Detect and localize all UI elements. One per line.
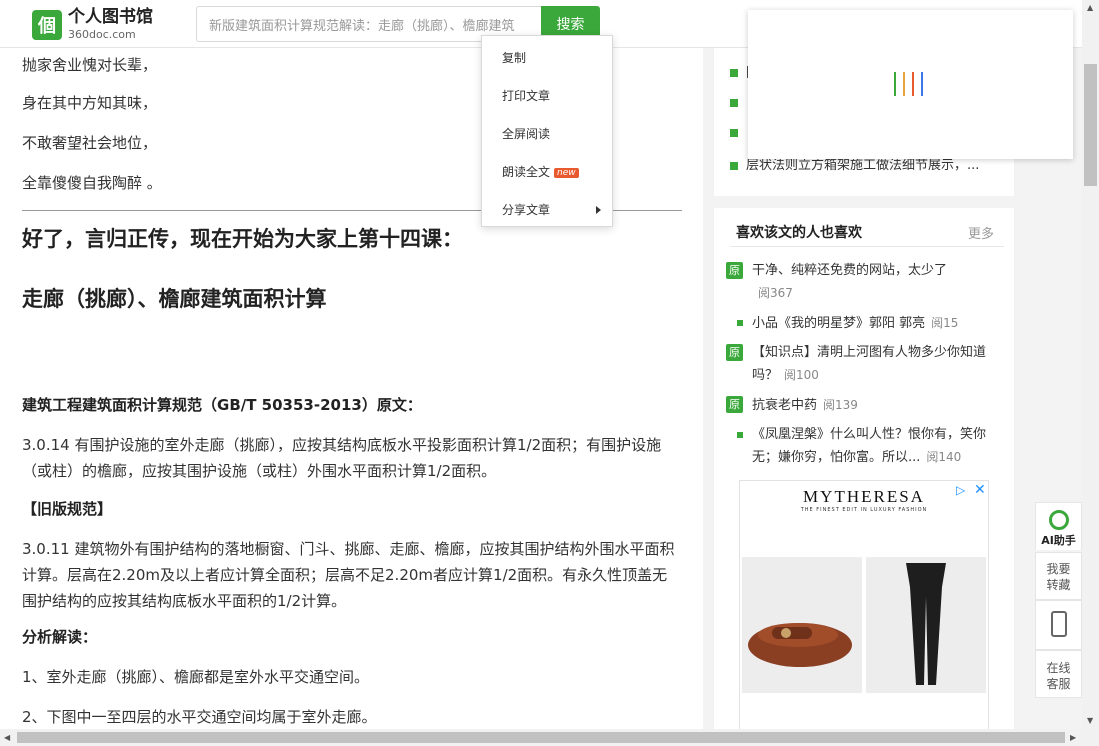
ai-icon bbox=[1048, 510, 1069, 530]
vertical-scrollbar[interactable]: ▲ ▼ bbox=[1082, 0, 1099, 746]
ad-brand: MYTHERESA bbox=[803, 487, 925, 506]
ad-product-image[interactable] bbox=[742, 557, 862, 693]
loader-bar bbox=[903, 72, 905, 96]
menu-item-share[interactable]: 分享文章 bbox=[502, 201, 550, 218]
poem-line-1: 抛家舍业愧对长辈， bbox=[22, 56, 158, 74]
mobile-button[interactable] bbox=[1035, 600, 1082, 650]
loader-bar bbox=[921, 72, 923, 96]
poem-line-4: 全靠傻傻自我陶醉 。 bbox=[22, 174, 162, 192]
submenu-arrow-icon bbox=[596, 206, 601, 214]
ad-close-icon[interactable]: ✕ bbox=[974, 482, 986, 498]
recommend-item[interactable]: 原 干净、纯粹还免费的网站，太少了 阅367 bbox=[726, 260, 996, 305]
poem-line-2: 身在其中方知其味， bbox=[22, 94, 158, 112]
recommend-item[interactable]: 《凤凰涅槃》什么叫人性？恨你有，笑你无；嫌你穷，怕你富。所以... 阅140 bbox=[726, 424, 996, 469]
old-spec-text: 3.0.11 建筑物外有围护结构的落地橱窗、门斗、挑廊、走廊、檐廊，应按其围护结… bbox=[22, 540, 675, 610]
logo-icon: 個 bbox=[32, 9, 62, 40]
recommend-item[interactable]: 小品《我的明星梦》郭阳 郭亮 阅15 bbox=[726, 312, 996, 335]
vertical-scroll-thumb[interactable] bbox=[1084, 64, 1097, 186]
loading-popup bbox=[748, 10, 1073, 159]
more-link[interactable]: 更多 bbox=[968, 223, 994, 242]
spec-title: 建筑工程建筑面积计算规范（GB/T 50353-2013）原文： bbox=[22, 396, 422, 414]
ad-tagline: THE FINEST EDIT IN LUXURY FASHION bbox=[800, 507, 928, 513]
horizontal-scrollbar[interactable]: ◀ ▶ bbox=[0, 729, 1082, 746]
context-menu: 复制 打印文章 全屏阅读 朗读全文 new 分享文章 bbox=[481, 35, 613, 227]
adchoices-icon[interactable]: ▷ bbox=[956, 483, 965, 497]
recommend-item[interactable]: 原 抗衰老中药 阅139 bbox=[726, 394, 996, 417]
old-spec-title: 【旧版规范】 bbox=[22, 500, 113, 518]
ad-product-image[interactable] bbox=[866, 557, 986, 693]
horizontal-scroll-thumb[interactable] bbox=[17, 732, 1065, 743]
new-badge: new bbox=[554, 168, 579, 178]
lesson-heading: 好了，言归正传，现在开始为大家上第十四课： bbox=[22, 227, 463, 251]
advertisement[interactable]: MYTHERESA THE FINEST EDIT IN LUXURY FASH… bbox=[739, 480, 989, 746]
logo-title: 个人图书馆 bbox=[68, 7, 153, 27]
scroll-up-icon[interactable]: ▲ bbox=[1087, 3, 1093, 12]
ai-assistant-button[interactable]: AI助手 bbox=[1035, 502, 1082, 550]
recommend-title: 喜欢该文的人也喜欢 bbox=[736, 225, 862, 241]
original-badge: 原 bbox=[726, 396, 743, 413]
original-badge: 原 bbox=[726, 344, 743, 361]
menu-item-fullscreen[interactable]: 全屏阅读 bbox=[502, 125, 550, 142]
save-button[interactable]: 我要 转藏 bbox=[1035, 552, 1082, 600]
poem-line-3: 不敢奢望社会地位， bbox=[22, 134, 158, 152]
lesson-title: 走廊（挑廊）、檐廊建筑面积计算 bbox=[22, 287, 327, 311]
spec-text: 3.0.14 有围护设施的室外走廊（挑廊），应按其结构底板水平投影面积计算1/2… bbox=[22, 436, 662, 480]
analysis-point-2: 2、下图中一至四层的水平交通空间均属于室外走廊。 bbox=[22, 708, 377, 726]
analysis-point-1: 1、室外走廊（挑廊）、檐廊都是室外水平交通空间。 bbox=[22, 668, 370, 686]
scroll-left-icon[interactable]: ◀ bbox=[4, 733, 10, 742]
loader-bar bbox=[912, 72, 914, 96]
menu-item-print[interactable]: 打印文章 bbox=[502, 87, 550, 104]
original-badge: 原 bbox=[726, 262, 743, 279]
phone-icon bbox=[1050, 611, 1067, 637]
loader-bar bbox=[894, 72, 896, 96]
site-logo[interactable]: 個 个人图书馆 360doc.com bbox=[32, 9, 153, 40]
online-service-button[interactable]: 在线 客服 bbox=[1035, 650, 1082, 698]
logo-subtitle: 360doc.com bbox=[68, 28, 136, 41]
menu-item-read-aloud[interactable]: 朗读全文 new bbox=[502, 163, 579, 180]
recommend-item[interactable]: 原 【知识点】清明上河图有人物多少你知道吗？ 阅100 bbox=[726, 342, 996, 387]
menu-item-copy[interactable]: 复制 bbox=[502, 49, 526, 66]
scroll-right-icon[interactable]: ▶ bbox=[1070, 733, 1076, 742]
scroll-down-icon[interactable]: ▼ bbox=[1087, 716, 1093, 725]
analysis-title: 分析解读： bbox=[22, 628, 98, 646]
